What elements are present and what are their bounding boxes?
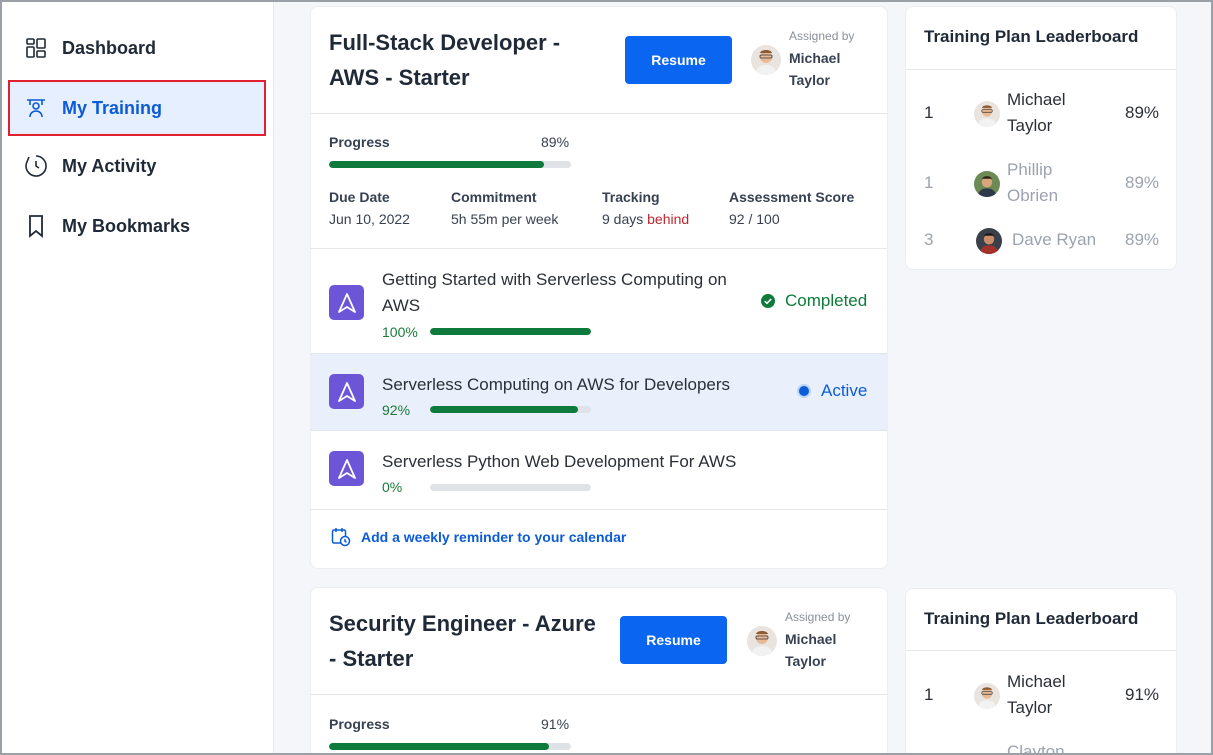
leaderboard-name: Clayton <box>1007 742 1065 755</box>
course-percent: 0% <box>382 479 403 495</box>
assigned-by-label: Assigned by <box>785 610 851 624</box>
progress-percent: 89% <box>541 134 570 150</box>
tracking-status: behind <box>647 211 690 227</box>
sidebar-item-label: Dashboard <box>62 37 157 58</box>
course-percent: 100% <box>382 324 418 340</box>
reminder-text: Add a weekly reminder to your calendar <box>361 529 627 545</box>
progress-bar <box>329 161 571 168</box>
leaderboard-percent: 89% <box>1125 103 1160 122</box>
sidebar-item-label: My Activity <box>62 155 157 176</box>
training-plan-card: Full-Stack Developer - AWS - Starter Res… <box>310 6 888 569</box>
avatar <box>974 171 1000 197</box>
course-progress-bar-fill <box>430 406 579 413</box>
leaderboard-rank: 1 <box>924 685 934 704</box>
due-date-label: Due Date <box>329 189 390 205</box>
assigned-by-name: Michael Taylor <box>785 631 837 669</box>
sidebar-item-my-training[interactable]: My Training <box>8 80 266 136</box>
progress-label: Progress <box>329 134 390 150</box>
leaderboard-name: Michael Taylor <box>1007 672 1066 717</box>
course-title[interactable]: Getting Started with Serverless Computin… <box>382 267 752 319</box>
resume-button[interactable]: Resume <box>620 616 727 664</box>
sidebar-item-label: My Training <box>62 97 163 118</box>
active-dot-icon <box>797 384 811 398</box>
leaderboard-name: Phillip Obrien <box>1007 160 1059 205</box>
commitment-value: 5h 55m per week <box>451 211 559 227</box>
divider <box>311 694 887 695</box>
course-navigate-icon <box>329 451 364 486</box>
course-row[interactable]: Getting Started with Serverless Computin… <box>311 249 887 353</box>
activity-icon <box>22 152 50 180</box>
leaderboard-title: Training Plan Leaderboard <box>924 27 1139 46</box>
course-title[interactable]: Serverless Computing on AWS for Develope… <box>382 372 752 398</box>
tracking-days: 9 days <box>602 211 644 227</box>
tracking-label: Tracking <box>602 189 660 205</box>
progress-bar <box>329 743 571 750</box>
course-navigate-icon <box>329 285 364 320</box>
leaderboard-percent: 89% <box>1125 173 1160 192</box>
sidebar-item-my-bookmarks[interactable]: My Bookmarks <box>10 200 264 252</box>
course-navigate-icon <box>329 374 364 409</box>
avatar <box>751 45 781 75</box>
check-circle-icon <box>761 294 775 308</box>
sidebar-item-dashboard[interactable]: Dashboard <box>10 22 264 74</box>
plan-title: Full-Stack Developer - AWS - Starter <box>329 30 561 90</box>
assessment-score-label: Assessment Score <box>729 189 855 205</box>
course-progress-bar <box>430 328 591 335</box>
due-date-value: Jun 10, 2022 <box>329 211 410 227</box>
leaderboard-card: Training Plan Leaderboard 1 Michael Tayl… <box>905 6 1177 270</box>
avatar <box>976 228 1002 254</box>
status-text: Completed <box>785 291 868 310</box>
plan-title: Security Engineer - Azure - Starter <box>329 611 596 671</box>
course-row[interactable]: Serverless Python Web Development For AW… <box>311 432 887 509</box>
leaderboard-title: Training Plan Leaderboard <box>924 609 1139 628</box>
sidebar-item-label: My Bookmarks <box>62 215 191 236</box>
avatar <box>974 683 1000 709</box>
progress-bar-fill <box>329 161 545 168</box>
calendar-clock-icon <box>331 528 351 547</box>
training-plan-card: Security Engineer - Azure - Starter Resu… <box>310 587 888 753</box>
sidebar-item-my-activity[interactable]: My Activity <box>10 140 264 192</box>
status-badge: Active <box>797 381 867 401</box>
divider <box>311 509 887 510</box>
divider <box>906 69 1176 70</box>
leaderboard-card: Training Plan Leaderboard 1 Michael Tayl… <box>905 588 1177 755</box>
assigned-by-name: Michael Taylor <box>789 50 841 88</box>
progress-percent: 91% <box>541 716 570 732</box>
course-progress-bar <box>430 484 591 491</box>
course-percent: 92% <box>382 402 411 418</box>
assigned-by-label: Assigned by <box>789 29 855 43</box>
avatar <box>974 101 1000 127</box>
course-row[interactable]: Serverless Computing on AWS for Develope… <box>311 353 887 431</box>
leaderboard-rank: 3 <box>924 230 934 249</box>
leaderboard-percent: 91% <box>1125 685 1160 704</box>
resume-button[interactable]: Resume <box>625 36 732 84</box>
leaderboard-rank: 1 <box>924 173 934 192</box>
avatar <box>747 626 777 656</box>
commitment-label: Commitment <box>451 189 537 205</box>
sidebar: Dashboard My Training My Activity My Boo… <box>2 2 274 753</box>
add-calendar-reminder-link[interactable]: Add a weekly reminder to your calendar <box>331 527 626 547</box>
course-progress-bar-fill <box>430 328 591 335</box>
progress-label: Progress <box>329 716 390 732</box>
leaderboard-percent: 89% <box>1125 230 1160 249</box>
app-window: Dashboard My Training My Activity My Boo… <box>0 0 1213 755</box>
training-icon <box>22 94 50 122</box>
progress-bar-fill <box>329 743 550 750</box>
bookmark-icon <box>22 212 50 240</box>
assessment-score-value: 92 / 100 <box>729 211 780 227</box>
status-text: Active <box>821 381 868 400</box>
leaderboard-name: Michael Taylor <box>1007 90 1066 135</box>
leaderboard-rank: 1 <box>924 103 934 122</box>
tracking-value: 9 days behind <box>602 211 689 227</box>
divider <box>906 650 1176 651</box>
dashboard-icon <box>22 34 50 62</box>
leaderboard-name: Dave Ryan <box>1012 230 1097 249</box>
course-progress-bar <box>430 406 591 413</box>
status-badge: Completed <box>761 291 867 311</box>
course-title[interactable]: Serverless Python Web Development For AW… <box>382 449 752 475</box>
divider <box>311 113 887 114</box>
